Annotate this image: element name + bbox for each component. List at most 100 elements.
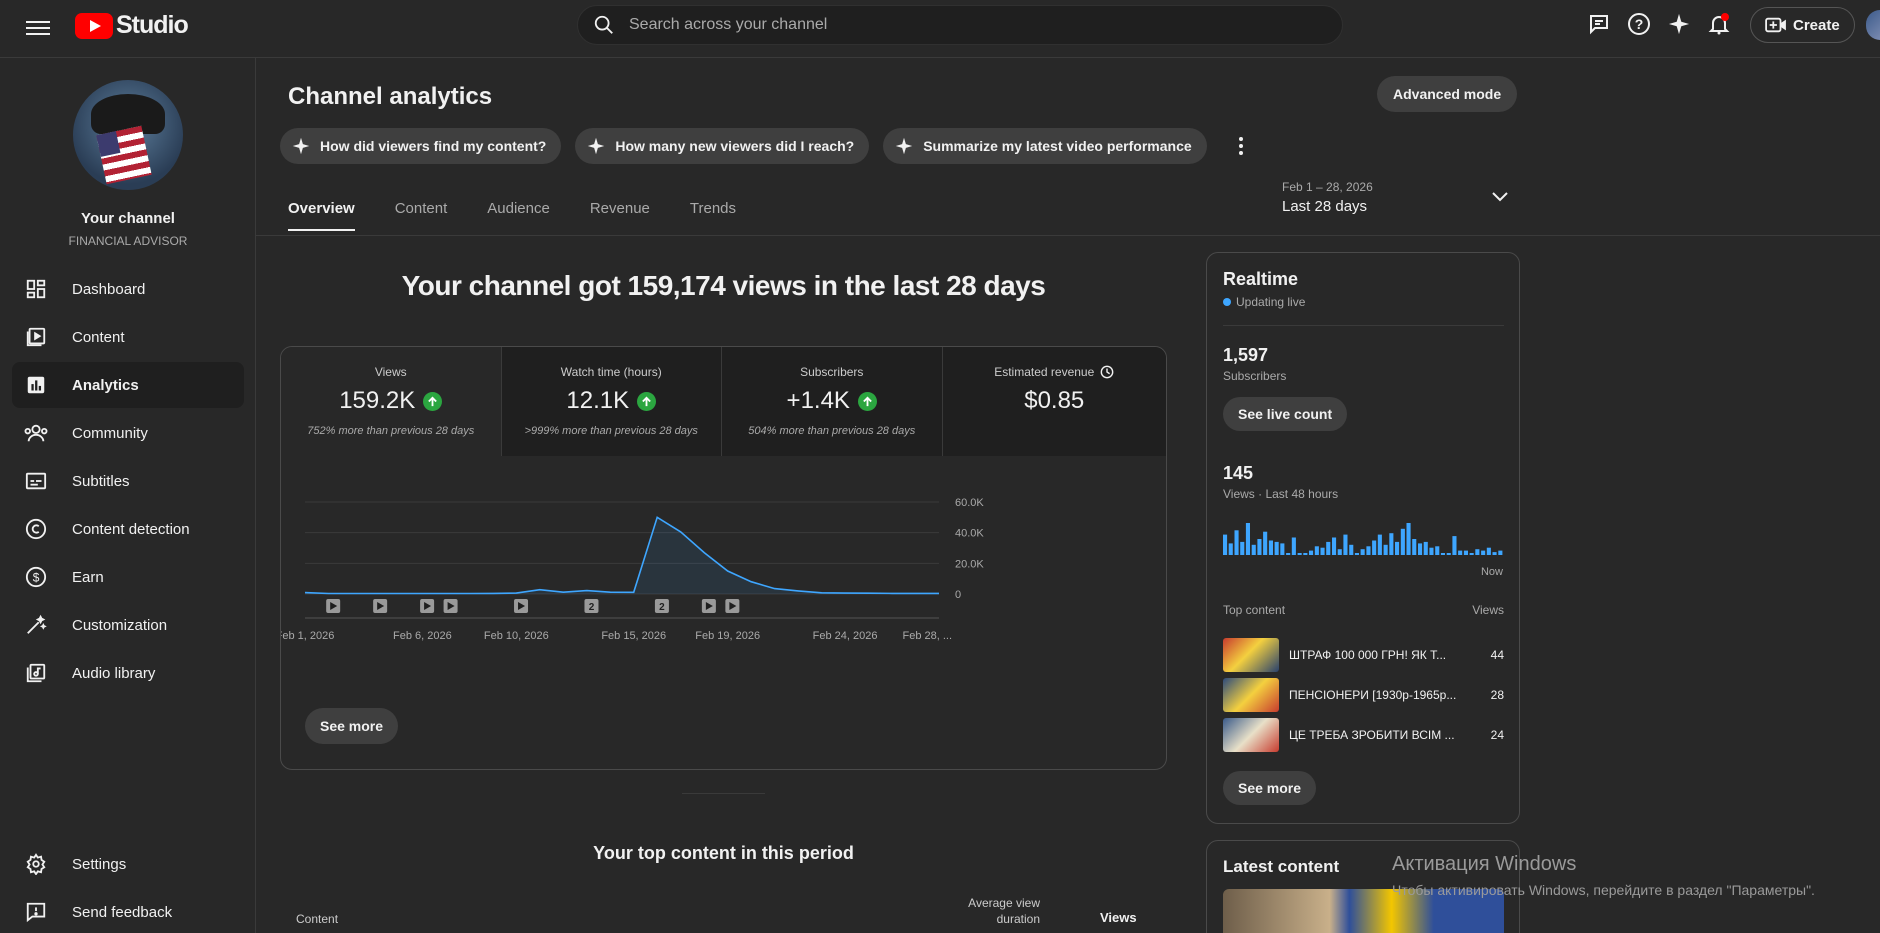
sidebar-item-content[interactable]: Content [12, 314, 244, 360]
sparkle-icon [292, 137, 310, 155]
sidebar-item-label: Earn [72, 568, 104, 586]
realtime-bar [1372, 540, 1377, 555]
tab-revenue[interactable]: Revenue [590, 200, 650, 231]
customization-icon [24, 613, 48, 637]
realtime-status: Updating live [1223, 295, 1305, 309]
sidebar-item-label: Analytics [72, 376, 139, 394]
sidebar-item-dashboard[interactable]: Dashboard [12, 266, 244, 312]
chip-summarize[interactable]: Summarize my latest video performance [883, 128, 1207, 164]
metric-label: Subscribers [800, 365, 864, 379]
realtime-see-more-button[interactable]: See more [1223, 771, 1317, 805]
tab-trends[interactable]: Trends [690, 200, 736, 231]
realtime-bar [1332, 537, 1337, 555]
latest-content-title: Latest content [1223, 857, 1340, 876]
suggestion-chips: How did viewers find my content? How man… [280, 128, 1253, 164]
sidebar-item-label: Subtitles [72, 472, 130, 490]
sidebar-item-subtitles[interactable]: Subtitles [12, 458, 244, 504]
search-input[interactable] [629, 16, 1229, 34]
metric-watch-time[interactable]: Watch time (hours) 12.1K >999% more than… [501, 347, 722, 456]
arrow-up-icon [857, 391, 877, 411]
chip-viewers-find[interactable]: How did viewers find my content? [280, 128, 562, 164]
date-range-label: Last 28 days [1282, 198, 1368, 215]
metric-revenue[interactable]: Estimated revenue $0.85 [942, 347, 1166, 456]
sidebar-item-audio-library[interactable]: Audio library [12, 650, 244, 696]
realtime-bar [1452, 536, 1457, 555]
realtime-bar [1481, 550, 1486, 555]
sidebar-item-earn[interactable]: $ Earn [12, 554, 244, 600]
date-range-selector[interactable]: Feb 1 – 28, 2026 Last 28 days [1282, 180, 1508, 215]
see-live-count-button[interactable]: See live count [1223, 397, 1348, 431]
realtime-bar [1486, 547, 1491, 555]
watermark-text: Чтобы активировать Windows, перейдите в … [1392, 882, 1815, 898]
views-area [305, 517, 939, 594]
realtime-bar [1274, 541, 1279, 555]
sidebar-item-send-feedback[interactable]: Send feedback [12, 889, 244, 933]
realtime-top-item[interactable]: ШТРАФ 100 000 ГРН! ЯК Т... 44 [1223, 638, 1504, 672]
channel-avatar[interactable] [73, 80, 183, 190]
help-icon[interactable]: ? [1625, 10, 1653, 38]
youtube-logo-icon [75, 12, 113, 39]
realtime-subscribers-label: Subscribers [1223, 369, 1287, 383]
realtime-bar [1435, 546, 1440, 555]
marker-count: 2 [659, 602, 665, 613]
metric-value: $0.85 [1024, 387, 1085, 414]
sidebar-item-label: Content detection [72, 520, 190, 538]
sidebar-item-community[interactable]: Community [12, 410, 244, 456]
arrow-up-icon [637, 391, 657, 411]
sparkle-icon[interactable] [1665, 10, 1693, 38]
search-icon[interactable] [593, 14, 615, 36]
chip-new-viewers[interactable]: How many new viewers did I reach? [575, 128, 870, 164]
realtime-bar [1303, 553, 1308, 555]
see-more-button[interactable]: See more [305, 708, 399, 744]
metric-subscribers[interactable]: Subscribers +1.4K 504% more than previou… [722, 347, 943, 456]
create-button[interactable]: Create [1750, 7, 1855, 43]
notifications-icon[interactable] [1705, 10, 1733, 38]
realtime-bar [1423, 541, 1428, 555]
sidebar-item-analytics[interactable]: Analytics [12, 362, 244, 408]
realtime-bar [1326, 541, 1331, 555]
channel-name[interactable]: Your channel [0, 210, 256, 227]
sidebar-item-label: Dashboard [72, 280, 146, 298]
video-title: ШТРАФ 100 000 ГРН! ЯК Т... [1289, 648, 1447, 662]
realtime-top-content-header: Top content Views [1223, 603, 1504, 617]
gear-icon [24, 852, 48, 876]
messages-icon[interactable] [1585, 10, 1613, 38]
realtime-bar [1395, 541, 1400, 555]
sidebar-item-label: Customization [72, 616, 168, 634]
realtime-top-item[interactable]: ЦЕ ТРЕБА ЗРОБИТИ ВСІМ ... 24 [1223, 718, 1504, 752]
create-label: Create [1793, 16, 1840, 34]
menu-icon[interactable] [26, 17, 50, 41]
tabs-divider [256, 235, 1880, 236]
realtime-bar [1469, 553, 1474, 555]
x-tick-label: Feb 28, ... [902, 630, 952, 642]
tab-content[interactable]: Content [395, 200, 448, 231]
search-bar[interactable] [577, 5, 1343, 45]
y-tick-label: 0 [955, 589, 961, 601]
sidebar-item-content-detection[interactable]: Content detection [12, 506, 244, 552]
views-chart-area: 60.0K 40.0K 20.0K 0 2 2 Feb 1, 2026 Feb 6, 2026… [281, 456, 1166, 769]
advanced-mode-button[interactable]: Advanced mode [1377, 76, 1518, 112]
tab-audience[interactable]: Audience [487, 200, 550, 231]
realtime-subscribers-value: 1,597 [1223, 345, 1269, 365]
realtime-top-item[interactable]: ПЕНСІОНЕРИ [1930р-1965р... 28 [1223, 678, 1504, 712]
column-header-views[interactable]: Views [1100, 910, 1137, 925]
realtime-bar [1400, 528, 1405, 555]
metric-comparison: 752% more than previous 28 days [307, 425, 475, 437]
metric-views[interactable]: Views 159.2K 752% more than previous 28 … [281, 347, 502, 456]
copyright-icon [24, 517, 48, 541]
column-header-avg-view-duration[interactable]: Average view duration [940, 895, 1040, 927]
account-avatar[interactable] [1866, 10, 1880, 40]
date-range-text: Feb 1 – 28, 2026 [1282, 180, 1373, 194]
sidebar-item-settings[interactable]: Settings [12, 841, 244, 887]
arrow-up-icon [423, 391, 443, 411]
x-tick-label: Feb 6, 2026 [393, 630, 452, 642]
page-title: Channel analytics [288, 83, 493, 110]
youtube-studio-logo[interactable]: Studio [75, 11, 189, 40]
audio-library-icon [24, 661, 48, 685]
tab-overview[interactable]: Overview [288, 200, 355, 231]
more-options-icon[interactable] [1229, 134, 1253, 158]
clock-icon [1100, 365, 1114, 379]
sparkle-icon [588, 137, 605, 155]
earn-icon: $ [24, 565, 48, 589]
sidebar-item-customization[interactable]: Customization [12, 602, 244, 648]
